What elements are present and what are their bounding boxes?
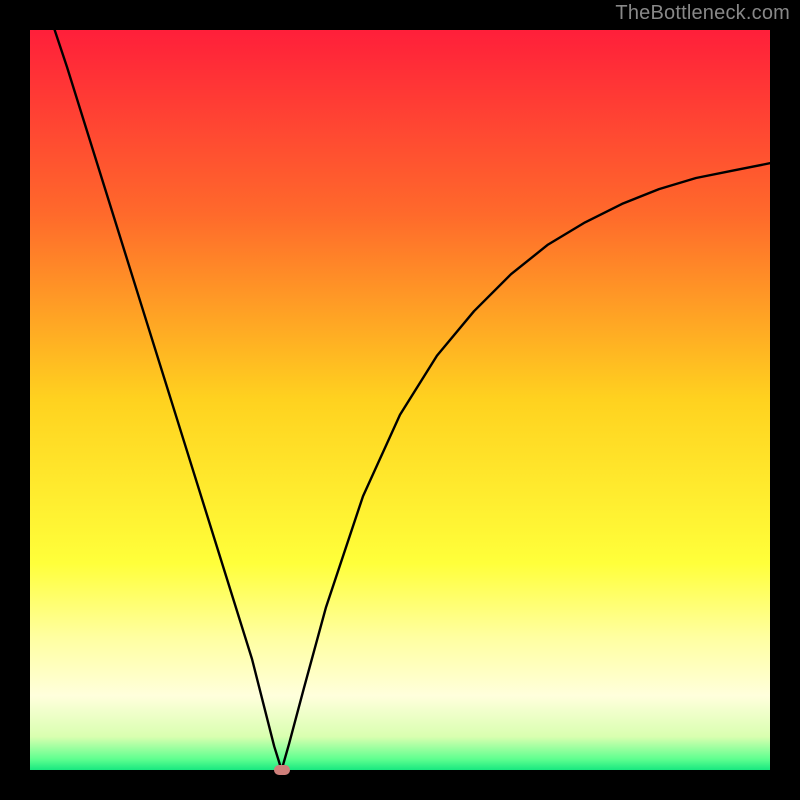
plot-area <box>30 30 770 770</box>
bottleneck-chart <box>30 30 770 770</box>
gradient-background <box>30 30 770 770</box>
chart-frame: TheBottleneck.com <box>0 0 800 800</box>
watermark-text: TheBottleneck.com <box>615 2 790 25</box>
optimal-point-marker <box>274 765 290 775</box>
